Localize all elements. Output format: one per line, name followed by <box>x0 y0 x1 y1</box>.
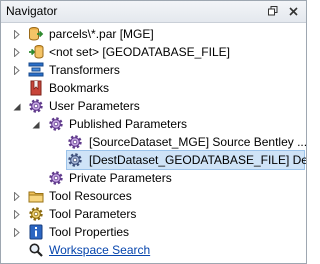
expand-arrow-icon[interactable] <box>12 210 21 219</box>
navigator-panel: Navigator parcels\*.par [MGE] <not set> … <box>0 0 307 264</box>
expand-arrow-icon[interactable] <box>12 30 21 39</box>
tree-item-label: [DestDataset_GEODATABASE_FILE] Des... <box>89 153 307 167</box>
tree-item-tool-properties[interactable]: Tool Properties <box>1 223 306 241</box>
info-icon <box>28 224 44 240</box>
gear-icon <box>67 152 83 168</box>
expand-arrow-icon[interactable] <box>12 66 21 75</box>
gear-icon <box>28 98 44 114</box>
gear-icon <box>48 170 64 186</box>
search-icon <box>28 242 44 258</box>
tree-item-writer[interactable]: <not set> [GEODATABASE_FILE] <box>1 43 306 61</box>
transformers-icon <box>28 62 44 78</box>
tree-item-label: Transformers <box>49 63 120 77</box>
gear-icon <box>67 134 83 150</box>
tree-item-bookmarks[interactable]: Bookmarks <box>1 79 306 97</box>
tree-item-workspace-search[interactable]: Workspace Search <box>1 241 306 259</box>
expand-arrow-icon[interactable] <box>12 192 21 201</box>
tree-item-tool-parameters[interactable]: Tool Parameters <box>1 205 306 223</box>
tree-item-label: Tool Resources <box>49 189 132 203</box>
panel-title: Navigator <box>6 4 58 18</box>
tree-item-source-dataset[interactable]: [SourceDataset_MGE] Source Bentley ... <box>1 133 306 151</box>
tree-item-label: Bookmarks <box>49 81 110 95</box>
tree-item-tool-resources[interactable]: Tool Resources <box>1 187 306 205</box>
tree-item-transformers[interactable]: Transformers <box>1 61 306 79</box>
tree-item-label: <not set> [GEODATABASE_FILE] <box>49 45 230 59</box>
tree-item-published-parameters[interactable]: Published Parameters <box>1 115 306 133</box>
gear-icon <box>48 116 64 132</box>
close-icon[interactable] <box>285 3 301 19</box>
bookmarks-icon <box>28 80 44 96</box>
tree-item-label: [SourceDataset_MGE] Source Bentley ... <box>89 135 307 149</box>
collapse-arrow-icon[interactable] <box>31 120 40 129</box>
reader-dataset-icon <box>28 26 44 42</box>
float-pin-icon[interactable] <box>265 3 281 19</box>
tree-item-user-parameters[interactable]: User Parameters <box>1 97 306 115</box>
tree-item-reader[interactable]: parcels\*.par [MGE] <box>1 25 306 43</box>
expand-arrow-icon[interactable] <box>12 48 21 57</box>
gear-icon <box>28 206 44 222</box>
collapse-arrow-icon[interactable] <box>12 102 21 111</box>
panel-titlebar: Navigator <box>1 1 306 23</box>
tree-item-private-parameters[interactable]: Private Parameters <box>1 169 306 187</box>
writer-dataset-icon <box>28 44 44 60</box>
tree-item-label: parcels\*.par [MGE] <box>49 27 154 41</box>
tree-item-dest-dataset[interactable]: [DestDataset_GEODATABASE_FILE] Des... <box>66 150 307 170</box>
tree-item-label: User Parameters <box>49 99 140 113</box>
tool-resources-icon <box>28 188 44 204</box>
tree-item-label: Private Parameters <box>69 171 172 185</box>
tree-item-label: Tool Parameters <box>49 207 137 221</box>
workspace-search-link[interactable]: Workspace Search <box>49 241 150 259</box>
expand-arrow-icon[interactable] <box>12 228 21 237</box>
tree-item-label: Published Parameters <box>69 117 188 131</box>
tree-item-label: Tool Properties <box>49 225 130 239</box>
